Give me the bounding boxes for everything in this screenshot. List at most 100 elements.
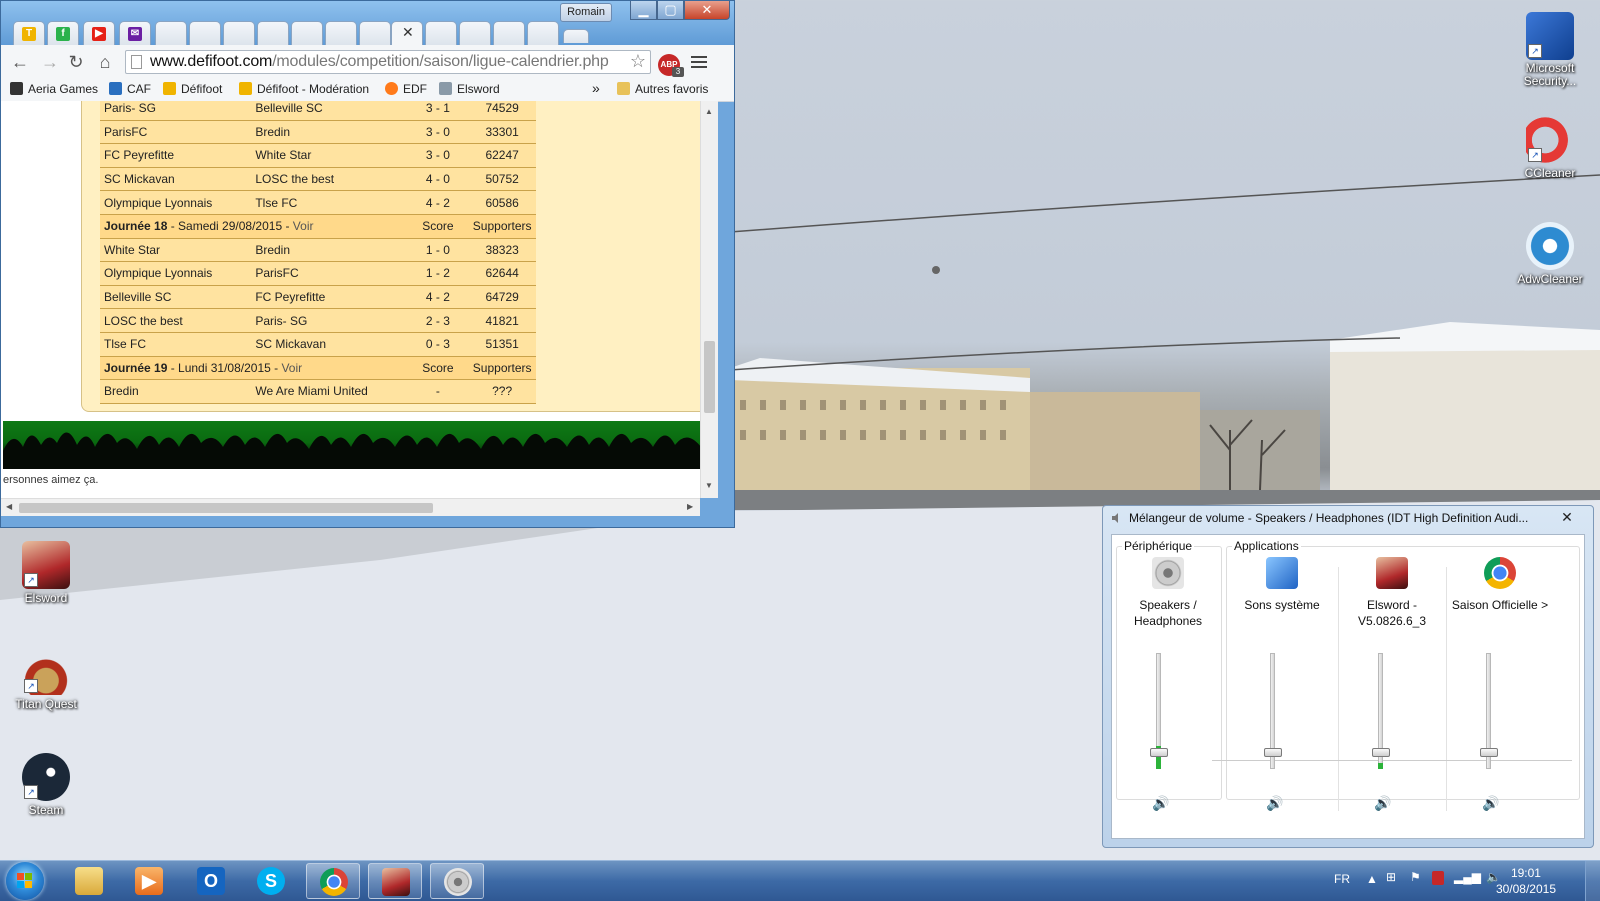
tab-blank[interactable] [359,21,391,45]
mute-system-sounds-icon[interactable]: 🔊 [1266,795,1284,811]
slider-thumb[interactable] [1150,748,1168,758]
language-indicator[interactable]: FR [1334,872,1350,886]
taskbar-explorer[interactable] [62,863,116,899]
tab-blank[interactable] [493,21,525,45]
taskbar-volume-mixer[interactable] [430,863,484,899]
maximize-button[interactable]: ▢ [657,1,684,20]
desktop-icon-titan-quest[interactable]: ↗ Titan Quest [1,647,91,711]
mute-speakers-icon[interactable]: 🔊 [1152,795,1170,811]
close-tab-icon[interactable]: ✕ [402,24,414,41]
mixer-title: Mélangeur de volume - Speakers / Headpho… [1129,511,1529,525]
match-away-team: SC Mickavan [251,332,408,357]
windows-flag-tray-icon[interactable]: ⊞ [1386,870,1396,884]
taskbar-chrome[interactable] [306,863,360,899]
volume-mixer-window[interactable]: Mélangeur de volume - Speakers / Headpho… [1102,505,1594,848]
tab-blank[interactable] [223,21,255,45]
minimize-button[interactable]: ▁ [630,1,657,20]
scroll-right-arrow-icon[interactable]: ▶ [687,502,693,511]
tab-defifoot[interactable]: T [13,21,45,45]
home-button[interactable]: ⌂ [94,52,116,72]
vertical-scroll-thumb[interactable] [704,341,715,413]
profile-badge[interactable]: Romain [560,3,612,22]
close-window-button[interactable]: ✕ [684,1,730,20]
bookmark-aeria-games[interactable]: Aeria Games [10,82,98,96]
tab-blank[interactable] [325,21,357,45]
microsoft-security-icon: ↗ [1526,12,1574,60]
start-button[interactable] [6,862,44,900]
address-bar[interactable]: www.defifoot.com/modules/competition/sai… [125,50,651,74]
desktop-icon-steam[interactable]: ↗ Steam [1,753,91,817]
forward-button[interactable]: → [39,52,61,72]
slider-thumb[interactable] [1372,748,1390,758]
scroll-down-arrow-icon[interactable]: ▼ [705,481,713,490]
mute-elsword-icon[interactable]: 🔊 [1374,795,1392,811]
channel-name: Speakers / Headphones [1133,598,1203,628]
show-hidden-icons-arrow-icon[interactable]: ▲ [1366,872,1378,886]
tab-blank[interactable] [425,21,457,45]
voir-link[interactable]: Voir [281,361,302,375]
matchday-header: Journée 19 - Lundi 31/08/2015 - Voir Scor… [100,356,536,381]
taskbar-media-player[interactable]: ▶ [122,863,176,899]
volume-slider-chrome[interactable] [1480,653,1500,773]
voir-link[interactable]: Voir [293,219,314,233]
security-tray-icon[interactable] [1432,871,1444,885]
chrome-menu-icon[interactable] [691,53,707,69]
tab-blank[interactable] [257,21,289,45]
desktop-icon-ccleaner[interactable]: ↗ CCleaner [1505,116,1595,180]
bookmark-defifoot[interactable]: Défifoot [163,82,222,96]
volume-slider-system-sounds[interactable] [1264,653,1284,773]
taskbar-skype[interactable]: S [244,863,298,899]
volume-slider-elsword[interactable] [1372,653,1392,773]
tab-blank[interactable] [527,21,559,45]
horizontal-scroll-thumb[interactable] [19,503,433,513]
taskbar-outlook[interactable]: O [184,863,238,899]
match-score: 3 - 0 [407,120,469,145]
bookmark-edf[interactable]: EDF [385,82,427,96]
tab-blank[interactable] [291,21,323,45]
skype-icon: S [257,867,285,895]
slider-thumb[interactable] [1264,748,1282,758]
tab-feedly[interactable]: f [47,21,79,45]
other-bookmarks-folder[interactable]: Autres favoris [617,82,708,96]
clock-date: 30/08/2015 [1495,882,1556,896]
windows-logo-icon [17,873,33,889]
mute-chrome-icon[interactable]: 🔊 [1482,795,1500,811]
tab-yahoo-mail[interactable]: ✉ [119,21,151,45]
scroll-left-arrow-icon[interactable]: ◀ [6,502,12,511]
match-score: 1 - 2 [407,261,469,286]
tab-active-defifoot[interactable]: ✕ [391,21,423,45]
mixer-close-button[interactable]: ✕ [1555,508,1579,526]
volume-slider-speakers[interactable] [1150,653,1170,773]
bookmark-elsword[interactable]: Elsword [439,82,500,96]
desktop-icon-microsoft-security[interactable]: ↗ Microsoft Security... [1505,12,1595,88]
bookmark-star-icon[interactable]: ☆ [630,51,646,72]
match-row: Olympique Lyonnais Tlse FC 4 - 2 60586 [100,190,536,215]
bookmark-defifoot-moderation[interactable]: Défifoot - Modération [239,82,369,96]
vertical-scrollbar[interactable]: ▲ ▼ [700,101,718,498]
desktop-icon-adwcleaner[interactable]: AdwCleaner [1505,222,1595,286]
network-signal-icon[interactable]: ▂▄▆ [1454,870,1481,884]
taskbar-clock[interactable]: 19:01 30/08/2015 [1496,865,1556,897]
chrome-browser-window[interactable]: T f ▶ ✉ ✕ Romain ▁ ▢ ✕ ← → ↻ ⌂ www.defif… [0,0,735,528]
desktop-icon-elsword[interactable]: ↗ Elsword [1,541,91,605]
tab-blank[interactable] [155,21,187,45]
back-button[interactable]: ← [9,52,31,72]
match-score: 0 - 3 [407,332,469,357]
taskbar-elsword[interactable] [368,863,422,899]
match-home-team: SC Mickavan [100,167,252,192]
tab-youtube[interactable]: ▶ [83,21,115,45]
match-home-team: Olympique Lyonnais [100,190,252,215]
reload-button[interactable]: ↻ [65,52,87,72]
bookmarks-overflow-chevron[interactable]: » [592,80,600,96]
edf-icon [385,82,398,95]
tab-blank[interactable] [189,21,221,45]
action-center-flag-icon[interactable]: ⚑ [1410,870,1421,884]
show-desktop-button[interactable] [1585,861,1600,901]
slider-thumb[interactable] [1480,748,1498,758]
new-tab-button[interactable] [563,29,589,43]
scroll-up-arrow-icon[interactable]: ▲ [705,107,713,116]
horizontal-scrollbar[interactable]: ◀ ▶ [1,498,700,516]
tab-blank[interactable] [459,21,491,45]
bookmark-caf[interactable]: CAF [109,82,151,96]
match-away-team: Bredin [251,120,408,145]
